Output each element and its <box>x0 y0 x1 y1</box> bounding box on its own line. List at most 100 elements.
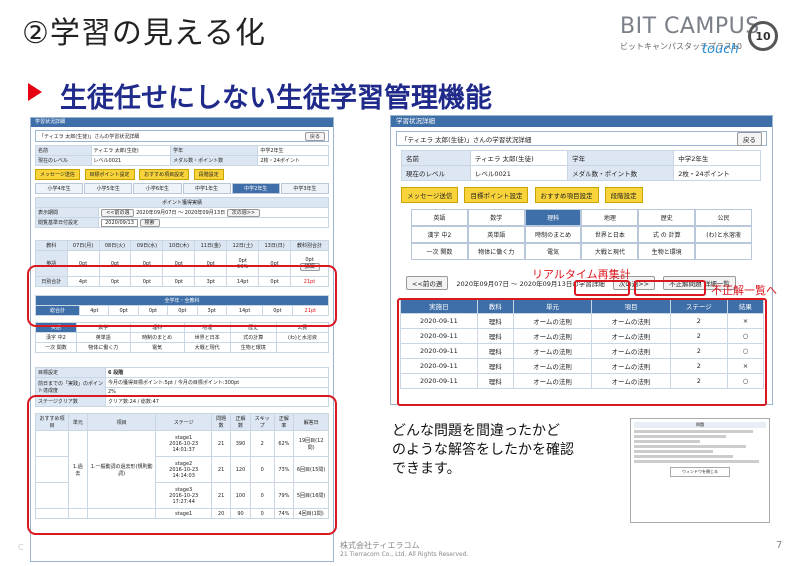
medal-label: メダル数・ポイント数 <box>567 165 675 181</box>
tab-grade[interactable]: 中学1年生 <box>182 183 231 194</box>
dialog-text-line <box>634 440 700 443</box>
footer-company: 株式会社ティエラコム <box>340 541 420 550</box>
left-title-bar: 学習状況詳細 <box>31 118 333 127</box>
callout-realtime: リアルタイム再集計 <box>532 268 631 281</box>
target-point-button[interactable]: 目標ポイント設定 <box>464 187 529 203</box>
level-label: 現在のレベル <box>35 155 92 166</box>
tab-grade[interactable]: 中学3年生 <box>280 183 330 194</box>
unit-tab[interactable]: 物体に働く力 <box>75 342 131 353</box>
unit-tab[interactable]: 時制のまとめ <box>129 332 185 343</box>
right-profile-table: 名前 ティエラ 太郎(生徒) 学年 中学2年生 現在のレベル レベル0021 メ… <box>401 150 761 181</box>
stage-setting-button[interactable]: 段階設定 <box>193 169 224 180</box>
unit-tab[interactable]: 電気 <box>524 243 582 260</box>
col-header: 11日(金) <box>194 240 228 251</box>
grade-value: 中学2年生 <box>257 145 329 156</box>
unit-tab[interactable]: 世界と日本 <box>183 332 231 343</box>
unit-tab[interactable]: 生物と環境 <box>638 243 696 260</box>
unit-tab[interactable]: 漢字 中2 <box>411 226 468 243</box>
description-text: どんな問題を間違ったかど のような解答をしたかを確認 できます。 <box>392 422 574 479</box>
unit-tab[interactable]: 英単語 <box>467 226 525 243</box>
unit-tab[interactable]: 式 の 計算 <box>638 226 696 243</box>
unit-tab[interactable]: 時制のまとめ <box>524 226 582 243</box>
question-dialog-thumbnail: 問題 ウィンドウを閉じる <box>630 418 770 523</box>
tab-grade[interactable]: 小学4年生 <box>35 183 84 194</box>
right-back-button[interactable]: 戻る <box>737 131 762 146</box>
dialog-text-line <box>634 435 727 438</box>
subject-tab-active[interactable]: 理科 <box>524 209 582 226</box>
message-button[interactable]: メッセージ送信 <box>401 187 459 203</box>
period-label: 表示期間 <box>34 207 100 218</box>
name-label: 名前 <box>401 150 471 166</box>
col-header: 教科 <box>35 240 68 251</box>
dialog-title: 問題 <box>634 422 766 428</box>
level-label: 現在のレベル <box>401 165 471 181</box>
subject-tab[interactable]: 歴史 <box>638 209 696 226</box>
triangle-bullet-icon <box>28 83 42 101</box>
corner-mark: C <box>18 543 24 552</box>
target-point-button[interactable]: 目標ポイント設定 <box>84 169 135 180</box>
left-prev-week-button[interactable]: <<前の週 <box>101 209 135 217</box>
unit-tab[interactable] <box>275 342 330 353</box>
tab-grade-active[interactable]: 中学2年生 <box>231 183 280 194</box>
name-value: ティエラ 太郎(生徒) <box>90 145 172 156</box>
unit-tab[interactable]: 大戦と現代 <box>581 243 639 260</box>
col-header: 13日(日) <box>258 240 292 251</box>
unit-tab[interactable]: 世界と日本 <box>581 226 639 243</box>
left-period-text: 2020年09月07日 ～ 2020年09月13日 <box>136 210 226 216</box>
stage-setting-button[interactable]: 段階設定 <box>604 187 643 203</box>
unit-tab[interactable]: 英単語 <box>75 332 131 343</box>
tab-grade[interactable]: 小学5年生 <box>84 183 133 194</box>
highlight-daily-points <box>27 265 337 327</box>
col-header: 07日(月) <box>66 240 100 251</box>
left-next-week-button[interactable]: 次の週>> <box>226 209 261 217</box>
subject-tab[interactable]: 公民 <box>695 209 752 226</box>
unit-tab[interactable]: 漢字 中2 <box>35 332 77 343</box>
unit-tab[interactable]: (わ)と水溶液 <box>275 332 330 343</box>
unit-tab[interactable]: 式の計算 <box>229 332 277 343</box>
subject-tab[interactable]: 数学 <box>467 209 525 226</box>
unit-tab[interactable]: (わ)と水溶液 <box>695 226 752 243</box>
recommend-button[interactable]: おすすめ項目設定 <box>139 169 190 180</box>
col-header: 教科別合計 <box>290 240 329 251</box>
message-button[interactable]: メッセージ送信 <box>35 169 80 180</box>
dialog-close-button[interactable]: ウィンドウを閉じる <box>670 467 730 477</box>
search-button[interactable]: 検索 <box>139 219 160 227</box>
footer-copyright: 21 Tierracom Co., Ltd. All Rights Reserv… <box>340 551 469 558</box>
target-value: 今月の獲得目標ポイント:5pt / 今月の目標ポイント:300pt <box>105 377 329 388</box>
slide-subtitle: 生徒任せにしない生徒学習管理機能 <box>60 83 492 114</box>
unit-tab[interactable] <box>695 243 752 260</box>
unit-tab[interactable]: 物体に働く力 <box>467 243 525 260</box>
left-back-button[interactable]: 戻る <box>304 131 325 141</box>
unit-tab[interactable]: 大戦と現代 <box>183 342 231 353</box>
left-profile-table: 名前 ティエラ 太郎(生徒) 学年 中学2年生 現在のレベル レベル0021 メ… <box>35 145 329 166</box>
subject-tab[interactable]: 地理 <box>581 209 639 226</box>
left-header-title: 「ティエラ 太郎(生徒)」さんの学習状況詳細 <box>39 133 140 140</box>
level-value: レベル0021 <box>90 155 172 166</box>
unit-tab[interactable]: 一次 関数 <box>35 342 77 353</box>
target-label: 前日までの「実践」のポイント達成度 <box>35 377 106 397</box>
tab-grade[interactable]: 小学6年生 <box>133 183 182 194</box>
right-title-bar: 学習状況詳細 <box>391 116 772 127</box>
col-header: 08日(火) <box>98 240 132 251</box>
level-value: レベル0021 <box>469 165 569 181</box>
right-subject-grid: 英語 数学 理科 地理 歴史 公民 漢字 中2 英単語 時制のまとめ 世界と日本… <box>411 209 752 260</box>
subject-tab[interactable]: 英語 <box>411 209 468 226</box>
left-action-buttons: メッセージ送信 目標ポイント設定 おすすめ項目設定 段階設定 <box>35 169 329 180</box>
unit-tab[interactable]: 生物と環境 <box>229 342 277 353</box>
grade-label: 学年 <box>170 145 259 156</box>
unit-tab[interactable]: 一次 関数 <box>411 243 468 260</box>
slide-title: ②学習の見える化 <box>22 16 266 51</box>
points-title: ポイント獲得実績 <box>35 197 329 208</box>
right-prev-week-button[interactable]: <<前の週 <box>406 276 449 290</box>
grade-value: 中学2年生 <box>673 150 761 166</box>
page-number: 7 <box>776 540 783 551</box>
recommend-button[interactable]: おすすめ項目設定 <box>534 187 599 203</box>
bit-campus-logo: BIT CAMPUS ビットキャンパスタッチプラス10 touch 10 <box>620 14 780 64</box>
left-header: 「ティエラ 太郎(生徒)」さんの学習状況詳細 戻る <box>35 130 329 142</box>
right-action-buttons: メッセージ送信 目標ポイント設定 おすすめ項目設定 段階設定 <box>401 187 762 203</box>
start-date-input[interactable]: 2020/09/13 <box>101 219 138 227</box>
description-line: のような解答をしたかを確認 <box>392 442 574 458</box>
unit-tab[interactable]: 電気 <box>129 342 185 353</box>
stage-value: 6 段階 <box>105 367 329 378</box>
name-value: ティエラ 太郎(生徒) <box>469 150 569 166</box>
